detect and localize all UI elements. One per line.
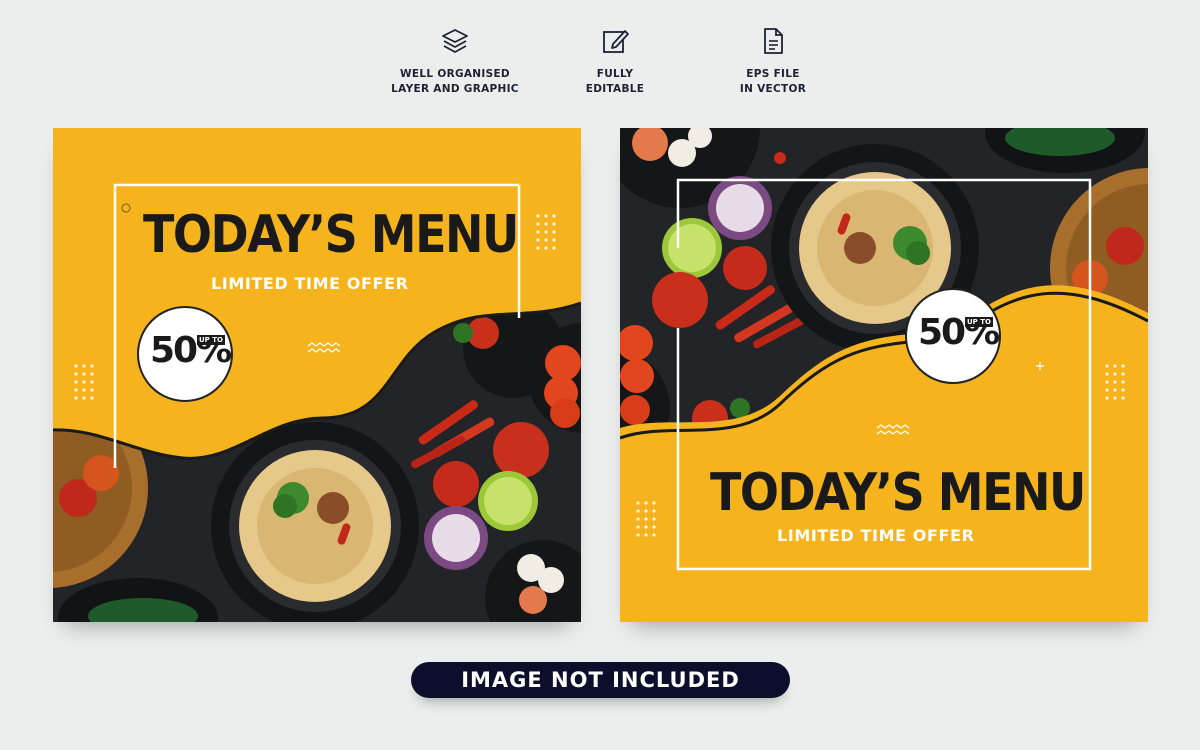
discount-badge: 50% UP TO bbox=[137, 306, 233, 402]
feature-layers: WELL ORGANISED LAYER AND GRAPHIC bbox=[375, 26, 535, 97]
headline: TODAY’S MENU bbox=[143, 204, 519, 265]
food-background bbox=[53, 128, 581, 622]
feature-label-line2: IN VECTOR bbox=[739, 83, 807, 95]
discount-badge: 50% UP TO bbox=[905, 288, 1001, 384]
discount-prefix: UP TO bbox=[965, 317, 993, 327]
menu-card-right: TODAY’S MENU LIMITED TIME OFFER 50% UP T… bbox=[620, 128, 1148, 622]
image-not-included-badge: IMAGE NOT INCLUDED bbox=[411, 662, 790, 698]
feature-label-line1: WELL ORGANISED bbox=[400, 68, 510, 80]
discount-prefix: UP TO bbox=[197, 335, 225, 345]
feature-label-line1: FULLY bbox=[596, 68, 634, 80]
feature-label-line2: EDITABLE bbox=[585, 83, 645, 95]
feature-row: WELL ORGANISED LAYER AND GRAPHIC FULLY E… bbox=[0, 26, 1200, 106]
feature-eps: EPS FILE IN VECTOR bbox=[693, 26, 853, 97]
edit-icon bbox=[603, 30, 629, 53]
food-background bbox=[620, 128, 1148, 622]
headline: TODAY’S MENU bbox=[710, 462, 1086, 523]
document-icon bbox=[764, 28, 783, 54]
feature-label-line2: LAYER AND GRAPHIC bbox=[391, 83, 519, 95]
subline: LIMITED TIME OFFER bbox=[777, 526, 975, 545]
feature-label-line1: EPS FILE bbox=[746, 68, 800, 80]
layers-icon bbox=[442, 29, 468, 53]
menu-card-left: TODAY’S MENU LIMITED TIME OFFER 50% UP T… bbox=[53, 128, 581, 622]
feature-editable: FULLY EDITABLE bbox=[535, 26, 695, 97]
subline: LIMITED TIME OFFER bbox=[211, 274, 409, 293]
